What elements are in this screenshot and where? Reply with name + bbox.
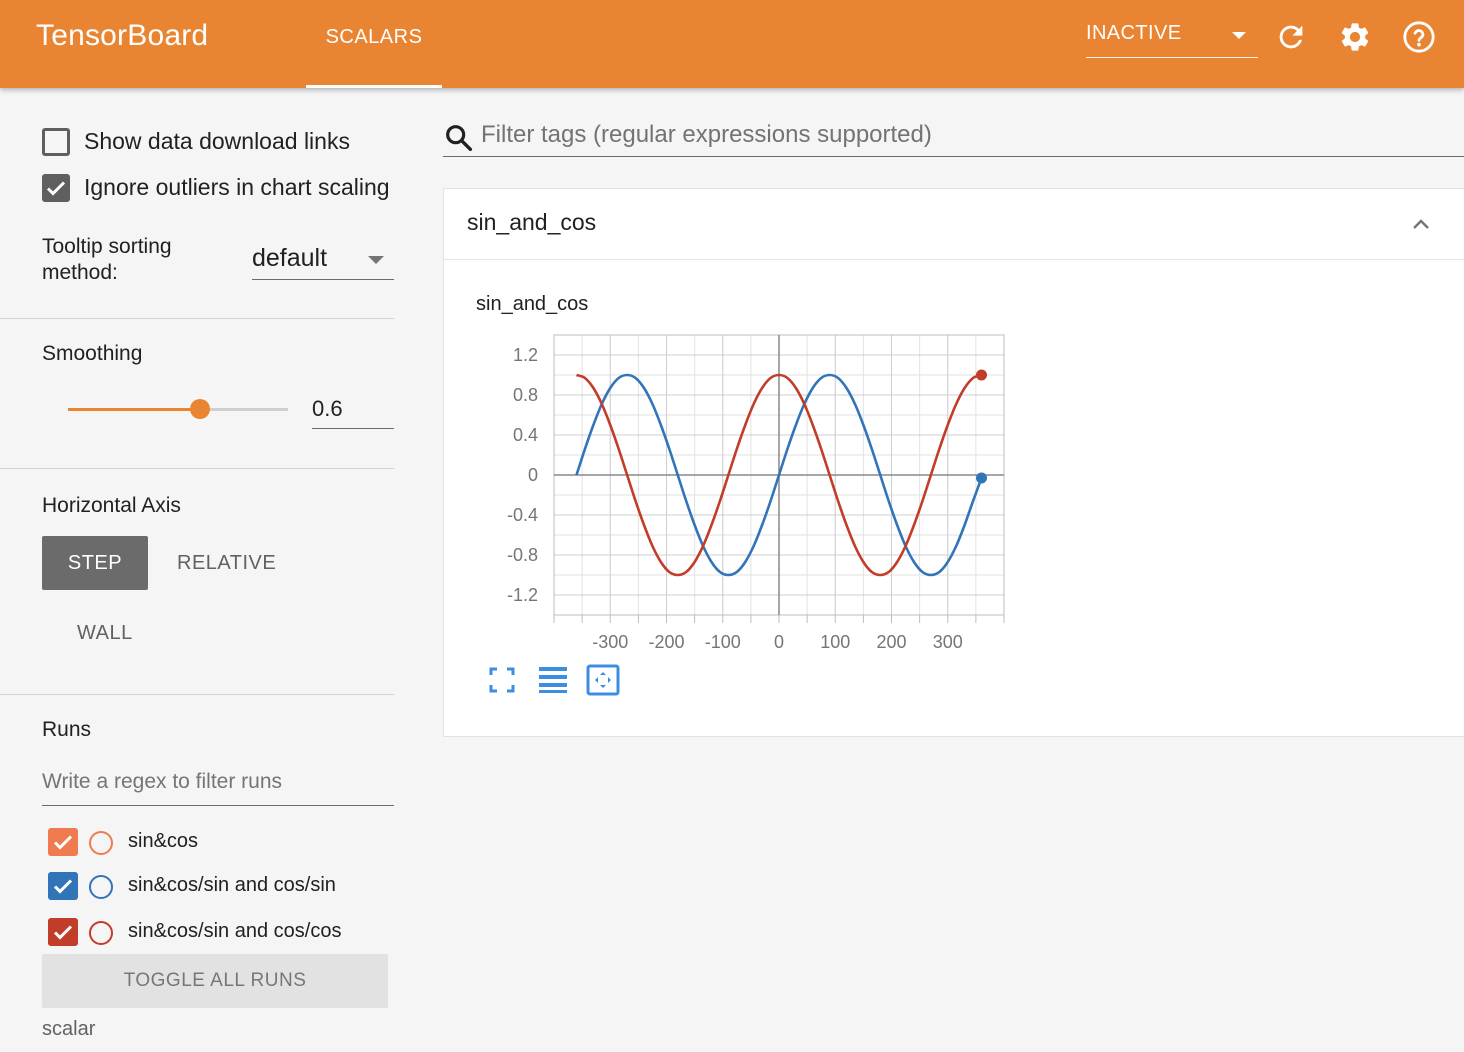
smoothing-slider[interactable] (68, 399, 288, 419)
divider (0, 694, 394, 695)
tab-scalars[interactable]: SCALARS (306, 0, 442, 88)
smoothing-slider-fill (68, 408, 200, 411)
refresh-icon[interactable] (1274, 20, 1308, 54)
run-label: sin&cos (128, 830, 199, 852)
tooltip-sorting-label: Tooltip sorting method: (42, 235, 172, 284)
app-title: TensorBoard (36, 19, 209, 52)
show-download-links-label[interactable]: Show data download links (84, 128, 350, 155)
tooltip-sorting-dropdown[interactable]: default (252, 240, 394, 280)
y-tick-label: -0.4 (507, 505, 538, 525)
x-tick-label: 300 (933, 632, 963, 649)
axis-step-button[interactable]: STEP (42, 536, 148, 590)
tag-filter-placeholder: Filter tags (regular expressions support… (481, 121, 932, 148)
run-color-circle[interactable] (89, 831, 113, 855)
x-tick-label: -100 (705, 632, 741, 649)
run-checkbox[interactable] (48, 918, 78, 946)
top-app-bar: TensorBoard SCALARS INACTIVE (0, 0, 1464, 88)
tag-group-title: sin_and_cos (467, 209, 597, 235)
ignore-outliers-label[interactable]: Ignore outliers in chart scaling (84, 174, 396, 206)
help-icon[interactable] (1402, 20, 1436, 54)
smoothing-title: Smoothing (42, 342, 143, 365)
sidebar: Show data download links Ignore outliers… (0, 88, 400, 1052)
x-tick-label: -200 (648, 632, 684, 649)
divider (0, 318, 394, 319)
tooltip-sorting-value: default (252, 244, 328, 272)
y-tick-label: 0 (528, 465, 538, 485)
y-tick-label: -1.2 (507, 585, 538, 605)
axis-wall-button[interactable]: WALL (77, 622, 133, 645)
scalar-chart[interactable]: -300 -200 -100 0 100 200 300 1.2 0.8 0.4 0 -0.4 -0.8… (444, 309, 1044, 649)
chevron-up-icon[interactable] (1409, 213, 1433, 237)
toggle-log-scale-icon[interactable] (536, 663, 570, 697)
run-status-value: INACTIVE (1086, 22, 1182, 44)
settings-icon[interactable] (1338, 20, 1372, 54)
check-icon (53, 879, 73, 894)
run-color-circle[interactable] (89, 875, 113, 899)
search-icon (446, 125, 473, 152)
tag-group-header[interactable]: sin_and_cos (444, 189, 1464, 260)
check-icon (53, 835, 73, 850)
fit-domain-icon[interactable] (586, 663, 620, 697)
run-status-dropdown[interactable]: INACTIVE (1086, 18, 1258, 58)
tag-filter-input[interactable]: Filter tags (regular expressions support… (443, 114, 1464, 157)
y-tick-label: 1.2 (513, 345, 538, 365)
fullscreen-icon[interactable] (485, 663, 519, 697)
show-download-links-checkbox[interactable] (42, 128, 70, 156)
run-item[interactable]: sin&cos (48, 828, 398, 858)
tab-active-indicator (306, 85, 442, 88)
ignore-outliers-checkbox[interactable] (42, 174, 70, 202)
axis-relative-button[interactable]: RELATIVE (177, 552, 276, 575)
x-tick-label: -300 (592, 632, 628, 649)
run-checkbox[interactable] (48, 872, 78, 900)
chevron-down-icon (368, 256, 384, 264)
data-location-label: scalar (42, 1018, 96, 1040)
run-label: sin&cos/sin and cos/cos (128, 920, 342, 942)
x-tick-label: 200 (876, 632, 906, 649)
divider (0, 468, 394, 469)
series-last-point-1 (976, 369, 987, 381)
y-tick-label: 0.8 (513, 385, 538, 405)
smoothing-slider-knob[interactable] (190, 399, 210, 419)
runs-filter-input[interactable]: Write a regex to filter runs (42, 768, 394, 806)
y-tick-label: -0.8 (507, 545, 538, 565)
horizontal-axis-title: Horizontal Axis (42, 494, 181, 517)
tab-scalars-label: SCALARS (325, 26, 423, 48)
x-tick-label: 100 (820, 632, 850, 649)
x-tick-label: 0 (774, 632, 784, 649)
run-item[interactable]: sin&cos/sin and cos/sin (48, 872, 398, 902)
run-color-circle[interactable] (89, 921, 113, 945)
run-checkbox[interactable] (48, 828, 78, 856)
check-icon (53, 925, 73, 940)
toggle-all-runs-button[interactable]: TOGGLE ALL RUNS (42, 954, 388, 1008)
chevron-down-icon (1232, 32, 1246, 39)
smoothing-input[interactable]: 0.6 (312, 392, 394, 429)
series-last-point-0 (976, 472, 987, 484)
run-item[interactable]: sin&cos/sin and cos/cos (48, 918, 398, 948)
run-label: sin&cos/sin and cos/sin (128, 874, 336, 896)
check-icon (46, 181, 66, 196)
tag-group-card: sin_and_cos sin_and_cos -300 -200 -100 0 100… (443, 188, 1464, 737)
runs-title: Runs (42, 718, 92, 741)
y-tick-label: 0.4 (513, 425, 538, 445)
